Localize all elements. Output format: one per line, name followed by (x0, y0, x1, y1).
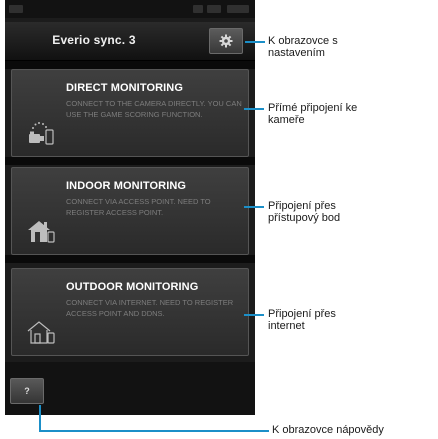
app-header: Everio sync. 3 (5, 22, 255, 61)
callout-outdoor: Připojení přes internet (268, 308, 336, 332)
callout-help: K obrazovce nápovědy (272, 424, 384, 436)
card-title: OUTDOOR MONITORING (66, 281, 199, 293)
card-description: CONNECT TO THE CAMERA DIRECTLY. YOU CAN … (66, 99, 242, 119)
callout-text: Připojení přes (268, 308, 336, 320)
home-outline-icon (27, 321, 55, 344)
callout-line-settings (245, 41, 265, 43)
callout-text: přístupový bod (268, 212, 341, 224)
card-description: CONNECT VIA ACCESS POINT. NEED TO REGIST… (66, 197, 211, 217)
divider (5, 255, 255, 263)
app-screen: Everio sync. 3 DIRECT MONITORING CONNECT… (5, 0, 255, 415)
callout-line-help-h (39, 430, 269, 432)
callout-text: nastavením (268, 47, 325, 59)
callout-indoor: Připojení přes přístupový bod (268, 200, 340, 224)
camera-phone-icon (29, 122, 54, 145)
callout-line-outdoor (244, 314, 264, 316)
settings-button[interactable] (209, 28, 243, 54)
callout-text: K obrazovce s (268, 35, 338, 47)
callout-settings: K obrazovce s nastavením (268, 35, 338, 59)
callout-line-indoor (244, 206, 264, 208)
callout-text: Přímé připojení ke (268, 102, 358, 114)
callout-direct: Přímé připojení ke kameře (268, 102, 357, 126)
gear-icon (219, 34, 233, 48)
app-title: Everio sync. 3 (52, 33, 136, 47)
direct-monitoring-button[interactable]: DIRECT MONITORING CONNECT TO THE CAMERA … (11, 69, 249, 157)
card-title: INDOOR MONITORING (66, 180, 187, 192)
app-footer: ? (5, 362, 255, 415)
card-title: DIRECT MONITORING (66, 82, 183, 94)
callout-text: K obrazovce nápovědy (272, 424, 384, 436)
callout-line-direct (244, 108, 264, 110)
help-button[interactable]: ? (10, 378, 44, 404)
callout-text: Připojení přes (268, 200, 336, 212)
callout-text: kameře (268, 114, 305, 126)
outdoor-monitoring-button[interactable]: OUTDOOR MONITORING CONNECT VIA INTERNET.… (11, 268, 249, 356)
callout-text: internet (268, 320, 305, 332)
divider (5, 61, 255, 69)
card-description: CONNECT VIA INTERNET. NEED TO REGISTER A… (66, 298, 234, 318)
status-bar (5, 0, 255, 18)
divider (5, 157, 255, 165)
indoor-monitoring-button[interactable]: INDOOR MONITORING CONNECT VIA ACCESS POI… (11, 167, 249, 255)
callout-line-help-v (39, 405, 41, 431)
home-icon (28, 221, 55, 243)
